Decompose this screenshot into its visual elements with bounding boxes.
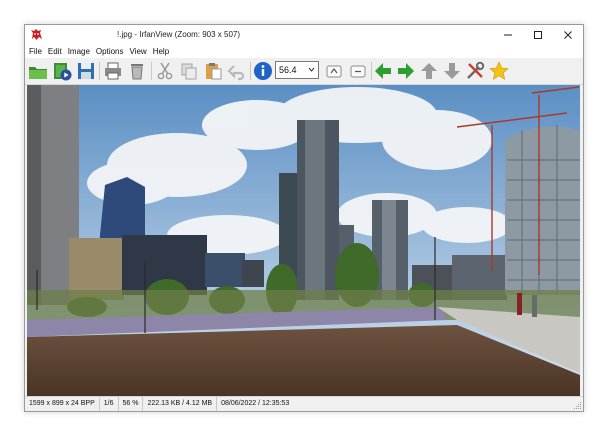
favorite-star-icon (489, 61, 509, 80)
properties-tools-icon (467, 61, 485, 79)
undo-button[interactable] (226, 60, 248, 82)
zoom-out-icon (350, 65, 366, 78)
open-folder-icon (29, 67, 47, 79)
trash-icon (131, 64, 143, 80)
menu-file[interactable]: File (25, 45, 45, 58)
close-button[interactable] (553, 25, 583, 45)
zoom-out-button[interactable] (347, 60, 369, 82)
photo-city-skyline (27, 85, 580, 396)
paste-button[interactable] (202, 60, 224, 82)
cut-button[interactable] (154, 60, 176, 82)
next-icon (398, 63, 414, 79)
undo-icon (227, 65, 245, 81)
print-icon (105, 62, 121, 80)
zoom-in-button[interactable] (323, 60, 345, 82)
zoom-in-icon (326, 65, 342, 78)
next-button[interactable] (395, 60, 417, 82)
slideshow-icon (54, 63, 72, 81)
copy-icon (181, 63, 197, 80)
maximize-button[interactable] (523, 25, 553, 45)
last-button[interactable] (441, 60, 463, 82)
status-datetime: 08/06/2022 / 12:35:53 (221, 400, 290, 407)
close-icon (564, 31, 572, 39)
status-page: 1/6 (100, 397, 119, 411)
toolbar-separator (99, 62, 100, 80)
status-zoom: 56 % (119, 397, 144, 411)
save-icon (78, 63, 94, 79)
zoom-value: 56.4 (279, 65, 297, 75)
status-dimensions: 1599 x 899 x 24 BPP (25, 397, 100, 411)
minimize-icon (504, 34, 512, 36)
menu-help[interactable]: Help (150, 45, 172, 58)
menu-bar: File Edit Image Options View Help (25, 45, 583, 58)
window-title: !.jpg - IrfanView (Zoom: 903 x 507) (117, 30, 241, 39)
previous-button[interactable] (372, 60, 394, 82)
open-button[interactable] (27, 60, 49, 82)
favorite-button[interactable] (488, 60, 510, 82)
menu-edit[interactable]: Edit (45, 45, 65, 58)
info-icon (254, 62, 272, 80)
first-button[interactable] (418, 60, 440, 82)
status-size: 222.13 KB / 4.12 MB (143, 397, 218, 411)
chevron-down-icon (308, 67, 315, 72)
cut-icon (157, 62, 173, 80)
menu-view[interactable]: View (127, 45, 150, 58)
paste-icon (206, 63, 222, 80)
resize-grip-icon[interactable] (573, 401, 582, 410)
print-button[interactable] (102, 60, 124, 82)
slideshow-button[interactable] (51, 60, 73, 82)
save-button[interactable] (75, 60, 97, 82)
info-button[interactable] (252, 60, 274, 82)
menu-image[interactable]: Image (65, 45, 93, 58)
delete-button[interactable] (126, 60, 148, 82)
copy-button[interactable] (178, 60, 200, 82)
toolbar-separator (151, 62, 152, 80)
image-canvas[interactable] (27, 85, 580, 396)
last-icon (444, 63, 460, 79)
first-icon (421, 63, 437, 79)
irfanview-window: !.jpg - IrfanView (Zoom: 903 x 507) File… (24, 24, 584, 412)
zoom-combobox[interactable]: 56.4 (275, 61, 319, 79)
properties-button[interactable] (464, 60, 486, 82)
maximize-icon (534, 31, 542, 39)
menu-options[interactable]: Options (93, 45, 127, 58)
previous-icon (375, 63, 391, 79)
toolbar: 56.4 (25, 58, 583, 85)
title-bar[interactable]: !.jpg - IrfanView (Zoom: 903 x 507) (25, 25, 583, 45)
status-bar: 1599 x 899 x 24 BPP 1/6 56 % 222.13 KB /… (25, 396, 583, 411)
minimize-button[interactable] (493, 25, 523, 45)
irfanview-red-cat-icon (31, 29, 42, 40)
toolbar-separator (250, 62, 251, 80)
